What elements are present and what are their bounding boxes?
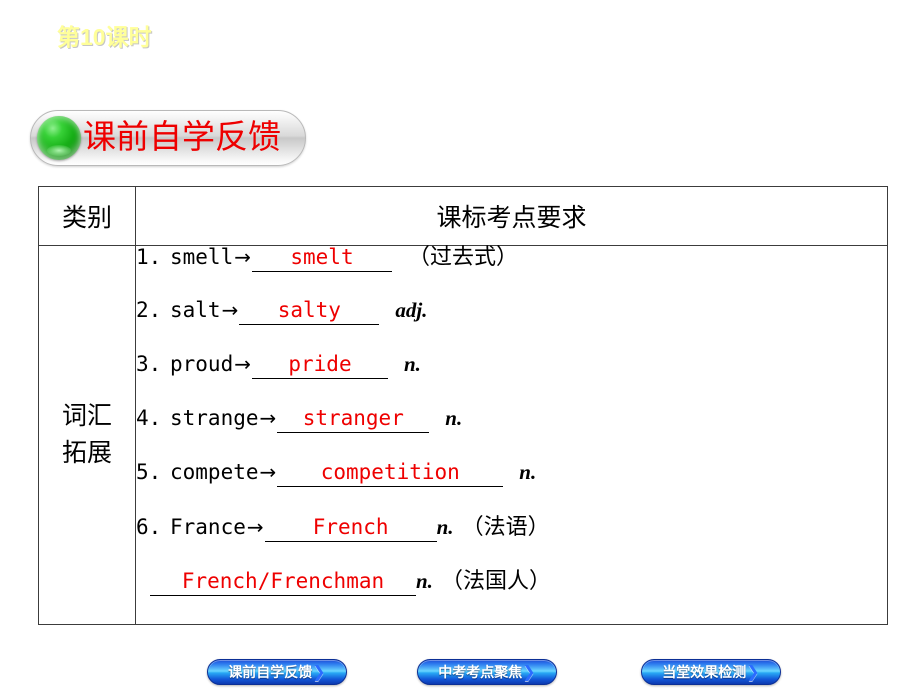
nav-button-label: 中考考点聚焦 bbox=[438, 664, 523, 680]
item-base-word: compete bbox=[170, 460, 259, 484]
category-label-line-2: 拓展 bbox=[61, 440, 112, 467]
item-base-word: France bbox=[170, 515, 246, 539]
item-part-of-speech: n. bbox=[436, 515, 454, 539]
answer-blank[interactable]: French bbox=[264, 517, 437, 542]
item-base-word: proud bbox=[170, 352, 234, 376]
category-label-line-1: 词汇 bbox=[61, 402, 112, 430]
vocab-table: 类别 课标考点要求 词汇 拓展 1. smell → smelt （过去式） 2… bbox=[38, 186, 888, 625]
list-item: 5. compete → competition n. bbox=[136, 462, 887, 516]
item-note: （过去式） bbox=[407, 244, 518, 269]
arrow-icon: → bbox=[259, 460, 277, 484]
arrow-icon: → bbox=[246, 515, 264, 539]
item-part-of-speech: adj. bbox=[395, 298, 428, 322]
arrow-icon: → bbox=[234, 245, 251, 269]
answer-blank[interactable]: French/Frenchman bbox=[150, 571, 416, 596]
section-header-pill[interactable]: 课前自学反馈 bbox=[30, 110, 306, 166]
item-note: （法国人） bbox=[440, 568, 551, 593]
vocab-items-cell: 1. smell → smelt （过去式） 2. salt → salty a… bbox=[135, 245, 888, 625]
nav-button-exam-focus[interactable]: 中考考点聚焦 ❯ bbox=[417, 659, 557, 685]
page-title: 第10课时 bbox=[57, 24, 152, 50]
chevron-right-icon: ❯ bbox=[312, 662, 326, 681]
item-number: 4. bbox=[136, 406, 162, 430]
answer-blank[interactable]: smelt bbox=[251, 247, 392, 272]
list-item: 6. France → French n. （法语） bbox=[136, 516, 887, 570]
nav-button-label: 课前自学反馈 bbox=[228, 664, 313, 680]
nav-button-label: 当堂效果检测 bbox=[662, 664, 747, 680]
item-number: 6. bbox=[136, 515, 162, 539]
arrow-icon: → bbox=[259, 406, 277, 430]
list-item: 4. strange → stranger n. bbox=[136, 408, 887, 462]
table-row: 词汇 拓展 1. smell → smelt （过去式） 2. salt → s… bbox=[38, 245, 888, 625]
nav-button-pre-class-feedback[interactable]: 课前自学反馈 ❯ bbox=[207, 659, 347, 685]
green-sphere-icon bbox=[37, 116, 81, 160]
chevron-right-icon: ❯ bbox=[746, 662, 760, 681]
bottom-nav-bar: 课前自学反馈 ❯ 中考考点聚焦 ❯ 当堂效果检测 ❯ bbox=[0, 659, 920, 687]
nav-button-effect-test[interactable]: 当堂效果检测 ❯ bbox=[641, 659, 781, 685]
column-header-category: 类别 bbox=[38, 186, 136, 246]
item-part-of-speech: n. bbox=[416, 569, 433, 593]
item-note: （法语） bbox=[461, 514, 550, 539]
item-number: 5. bbox=[136, 460, 162, 484]
arrow-icon: → bbox=[234, 352, 251, 376]
item-part-of-speech: n. bbox=[519, 460, 537, 484]
item-number: 1. bbox=[136, 245, 162, 269]
list-item: French/Frenchman n. （法国人） bbox=[136, 570, 887, 624]
column-header-requirement: 课标考点要求 bbox=[135, 186, 888, 246]
list-item: 2. salt → salty adj. bbox=[136, 300, 887, 354]
arrow-icon: → bbox=[221, 298, 239, 322]
list-item: 3. proud → pride n. bbox=[136, 354, 887, 408]
item-part-of-speech: n. bbox=[403, 352, 421, 376]
item-base-word: smell bbox=[170, 245, 234, 269]
answer-blank[interactable]: stranger bbox=[277, 408, 430, 433]
answer-blank[interactable]: pride bbox=[251, 354, 388, 379]
answer-blank[interactable]: salty bbox=[239, 300, 380, 325]
row-category-label: 词汇 拓展 bbox=[38, 245, 136, 625]
item-number: 3. bbox=[136, 352, 162, 376]
item-part-of-speech: n. bbox=[445, 406, 463, 430]
item-number: 2. bbox=[136, 298, 162, 322]
section-header-label: 课前自学反馈 bbox=[83, 119, 281, 156]
item-base-word: salt bbox=[170, 298, 221, 322]
chevron-right-icon: ❯ bbox=[522, 662, 536, 681]
list-item: 1. smell → smelt （过去式） bbox=[136, 246, 887, 300]
answer-blank[interactable]: competition bbox=[277, 462, 504, 487]
table-header-row: 类别 课标考点要求 bbox=[38, 186, 888, 246]
item-base-word: strange bbox=[170, 406, 259, 430]
